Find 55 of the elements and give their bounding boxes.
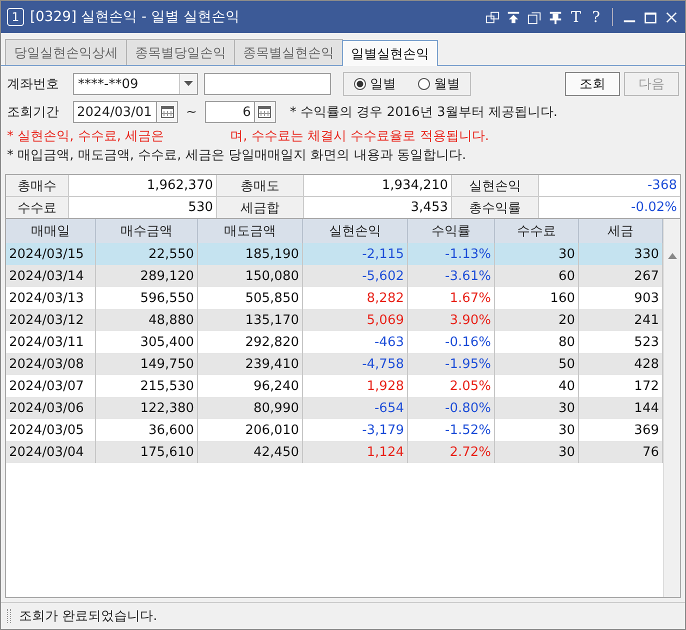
calendar-icon bbox=[258, 106, 272, 118]
caret-icon bbox=[184, 81, 193, 87]
table-row[interactable]: 2024/03/12 48,880 135,170 5,069 3.90% 20 241 bbox=[6, 309, 663, 331]
calendar-button[interactable] bbox=[156, 101, 178, 123]
end-date-field[interactable]: 6 bbox=[204, 101, 255, 123]
table-row[interactable]: 2024/03/14 289,120 150,080 -5,602 -3.61% 60 267 bbox=[6, 265, 663, 287]
tab[interactable]: 당일실현손익상세 bbox=[5, 39, 127, 65]
windows-icon[interactable] bbox=[527, 10, 542, 24]
tab[interactable]: 종목별실현손익 bbox=[234, 39, 343, 65]
summary-label: 수수료 bbox=[6, 197, 69, 218]
table-cell: 2.72% bbox=[408, 441, 495, 463]
tab[interactable]: 일별실현손익 bbox=[342, 40, 438, 66]
calendar-button[interactable] bbox=[254, 101, 276, 123]
account-name-field[interactable] bbox=[204, 73, 331, 95]
tilde: ~ bbox=[186, 104, 197, 120]
font-button[interactable]: T bbox=[569, 8, 583, 26]
note-text: * 실현손익, 수수료, 세금은 bbox=[7, 128, 164, 144]
note-text: 며, 수수료는 체결시 수수료율로 적용됩니다. bbox=[230, 128, 489, 144]
scroll-bar[interactable] bbox=[663, 219, 680, 597]
period-label: 조회기간 bbox=[7, 104, 60, 121]
calendar-icon bbox=[160, 106, 174, 118]
period-note: * 수익률의 경우 2016년 3월부터 제공됩니다. bbox=[290, 104, 558, 121]
summary-label: 실현손익 bbox=[452, 175, 539, 196]
note-text: * 매입금액, 매도금액, 수수료, 세금은 당일매매일지 화면의 내용과 동일합니다. bbox=[7, 146, 466, 164]
summary-label: 총매도 bbox=[217, 175, 304, 196]
account-label: 계좌번호 bbox=[7, 76, 60, 93]
table-row[interactable]: 2024/03/15 22,550 185,190 -2,115 -1.13% 30 330 bbox=[6, 243, 663, 265]
pin-icon[interactable] bbox=[548, 10, 563, 24]
table-cell: 30 bbox=[495, 441, 579, 463]
close-icon[interactable] bbox=[664, 10, 679, 24]
table-cell: 42,450 bbox=[198, 441, 303, 463]
summary-label: 총수익률 bbox=[452, 197, 539, 218]
link-windows-icon[interactable] bbox=[485, 10, 500, 24]
window-title: [0329] 실현손익 - 일별 실현손익 bbox=[30, 8, 240, 26]
search-button[interactable]: 조회 bbox=[565, 72, 620, 96]
tab[interactable]: 종목별당일손익 bbox=[126, 39, 235, 65]
summary-value: -368 bbox=[646, 177, 678, 195]
start-date-field[interactable]: 2024/03/01 bbox=[73, 101, 157, 123]
status-message: 조회가 완료되었습니다. bbox=[19, 608, 158, 625]
table-row[interactable]: 2024/03/06 122,380 80,990 -654 -0.80% 30 144 bbox=[6, 397, 663, 419]
help-button[interactable]: ? bbox=[589, 8, 603, 26]
summary-label: 총매수 bbox=[6, 175, 69, 196]
window-number-badge: 1 bbox=[7, 8, 24, 26]
table-cell: 2024/03/04 bbox=[6, 441, 96, 463]
period-radio[interactable]: 월별 bbox=[418, 75, 460, 93]
arrow-up-icon[interactable] bbox=[506, 10, 521, 24]
maximize-icon[interactable] bbox=[643, 10, 658, 24]
table-row[interactable]: 2024/03/04 175,610 42,450 1,124 2.72% 30 76 bbox=[6, 441, 663, 463]
summary-value: -0.02% bbox=[630, 199, 678, 217]
table-cell: 175,610 bbox=[96, 441, 198, 463]
table-row[interactable]: 2024/03/08 149,750 239,410 -4,758 -1.95% 50 428 bbox=[6, 353, 663, 375]
table-cell: 1,124 bbox=[303, 441, 408, 463]
period-radio[interactable]: 일별 bbox=[354, 75, 396, 93]
account-dropdown[interactable]: ****-**09 bbox=[73, 73, 198, 95]
summary-label: 세금합 bbox=[217, 197, 304, 218]
